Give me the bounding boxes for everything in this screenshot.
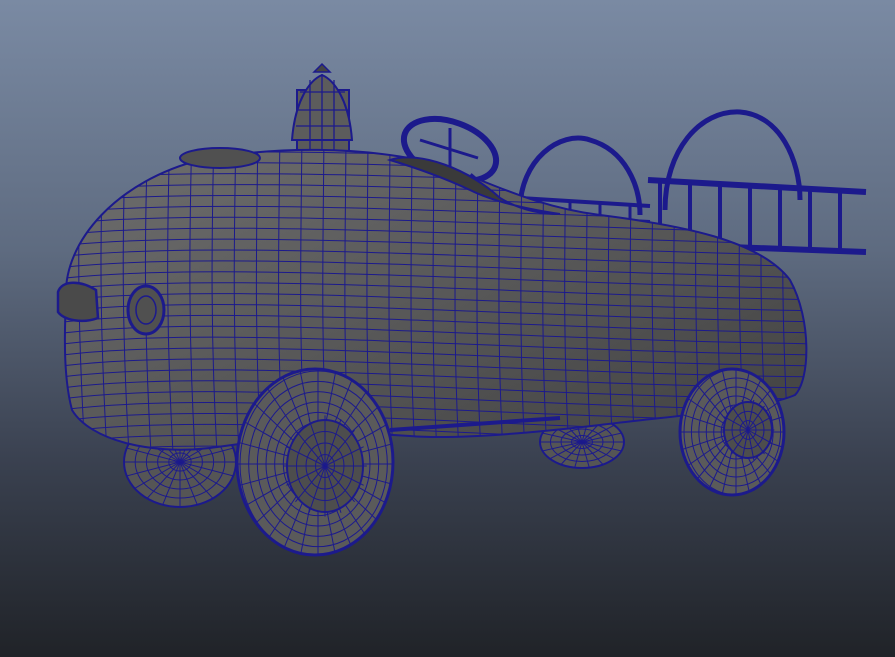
maya-viewport[interactable] [0, 0, 895, 657]
headlight [126, 284, 166, 336]
3d-scene[interactable] [0, 0, 895, 657]
grille [56, 281, 100, 323]
bell [290, 62, 354, 161]
